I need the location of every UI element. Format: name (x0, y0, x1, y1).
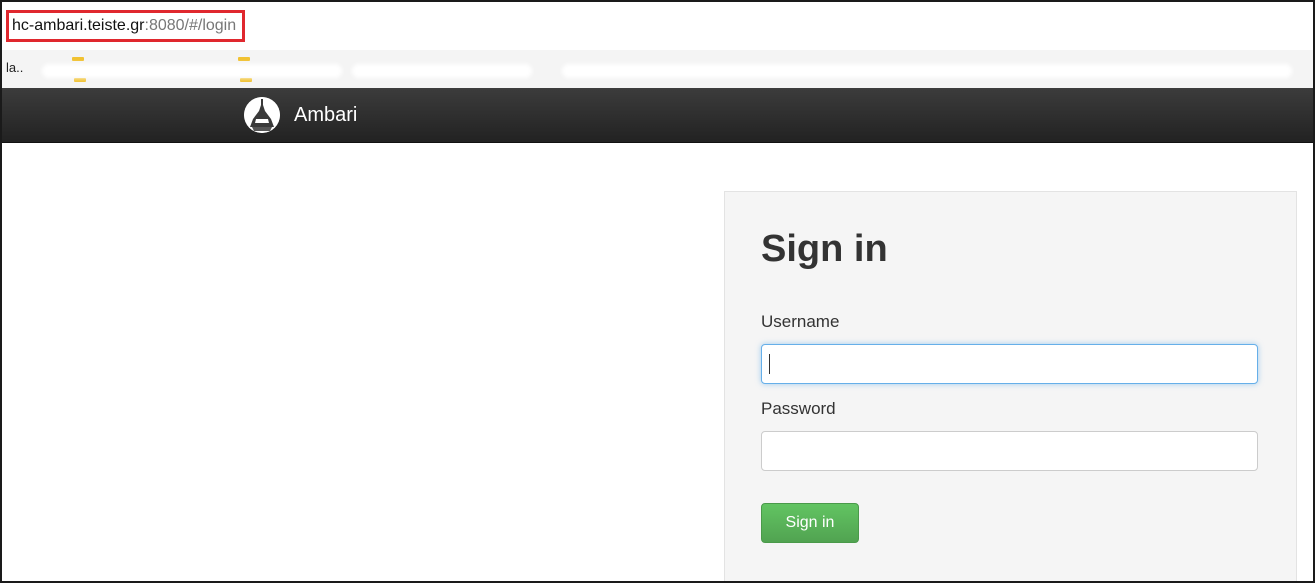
browser-window: hc-ambari.teiste.gr:8080/#/login la.. Am… (0, 0, 1315, 583)
redacted-bookmarks (562, 64, 1292, 78)
folder-icon[interactable] (74, 78, 86, 82)
url-highlight-box[interactable]: hc-ambari.teiste.gr:8080/#/login (6, 10, 246, 42)
brand-name: Ambari (294, 103, 358, 126)
address-bar[interactable]: hc-ambari.teiste.gr:8080/#/login (2, 2, 1313, 51)
page-title: Sign in (761, 228, 888, 270)
username-label: Username (761, 312, 840, 331)
username-input[interactable] (761, 344, 1258, 384)
url-host: hc-ambari.teiste.gr (12, 17, 145, 34)
bookmark-item[interactable]: la.. (6, 60, 23, 75)
folder-icon[interactable] (72, 57, 84, 61)
ambari-logo-icon (244, 97, 280, 133)
sign-in-button[interactable]: Sign in (761, 503, 859, 543)
redacted-bookmarks (42, 64, 342, 78)
brand[interactable]: Ambari (244, 95, 357, 135)
redacted-bookmarks (352, 64, 532, 78)
main-content: Sign in Username Password Sign in (2, 143, 1313, 581)
top-navbar: Ambari (2, 88, 1313, 143)
login-panel: Sign in Username Password Sign in (724, 191, 1297, 581)
bookmarks-bar: la.. (2, 50, 1313, 88)
password-input[interactable] (761, 431, 1258, 471)
folder-icon[interactable] (238, 57, 250, 61)
url-path: :8080/#/login (144, 17, 237, 34)
password-label: Password (761, 399, 836, 418)
folder-icon[interactable] (240, 78, 252, 82)
text-cursor (769, 354, 770, 374)
